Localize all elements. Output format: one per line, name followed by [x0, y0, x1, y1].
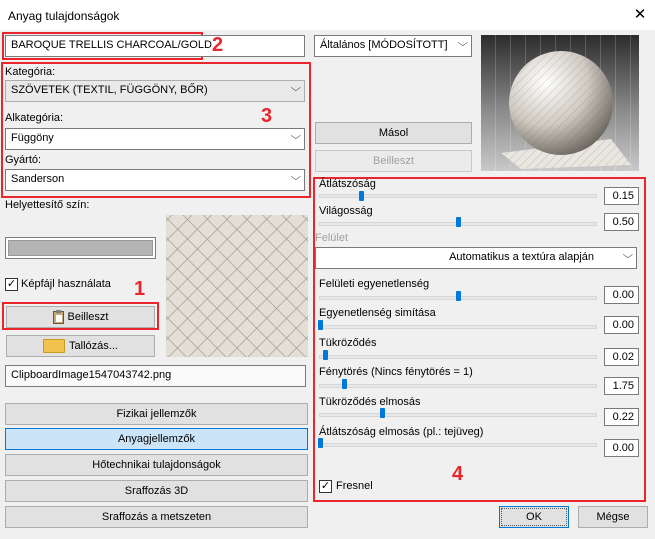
reflection-label: Tükröződés	[319, 337, 377, 349]
material-name-field[interactable]: BAROQUE TRELLIS CHARCOAL/GOLD	[5, 35, 305, 57]
transparency-blur-slider-thumb[interactable]	[318, 438, 323, 448]
window-title: Anyag tulajdonságok	[8, 9, 120, 23]
sphere-preview-icon	[501, 51, 631, 169]
preset-combo-value: Általános [MÓDOSÍTOTT]	[320, 39, 448, 51]
reflection-slider[interactable]	[319, 355, 597, 359]
transparency-blur-label: Átlátszóság elmosás (pl.: tejüveg)	[319, 426, 484, 438]
fresnel-label: Fresnel	[336, 480, 373, 492]
refraction-label: Fénytörés (Nincs fénytörés = 1)	[319, 366, 473, 378]
annotation-number-4: 4	[452, 463, 464, 485]
roughness-slider-thumb[interactable]	[456, 291, 461, 301]
transparency-slider-thumb[interactable]	[359, 191, 364, 201]
category-combo[interactable]: SZÖVETEK (TEXTIL, FÜGGÖNY, BŐR) ⌵	[5, 80, 305, 102]
ok-focus-ring	[501, 508, 567, 526]
subcategory-label: Alkategória:	[5, 112, 64, 124]
nav-material-button[interactable]: Anyagjellemzők	[5, 428, 308, 450]
roughness-value[interactable]: 0.00	[604, 286, 639, 304]
reflection-blur-slider-thumb[interactable]	[380, 408, 385, 418]
transparency-value[interactable]: 0.15	[604, 187, 639, 205]
use-image-label: Képfájl használata	[21, 278, 111, 290]
nav-section-hatch-button[interactable]: Sraffozás a metszeten	[5, 506, 308, 528]
surface-label: Felület	[315, 232, 349, 244]
chevron-down-icon: ⌵	[290, 131, 302, 142]
close-icon[interactable]: ✕	[630, 5, 650, 25]
image-paste-label: Beilleszt	[67, 311, 109, 323]
folder-icon	[43, 339, 66, 354]
nav-thermal-button[interactable]: Hőtechnikai tulajdonságok	[5, 454, 308, 476]
subcategory-value: Függöny	[11, 132, 54, 144]
reflection-blur-slider[interactable]	[319, 413, 597, 417]
cancel-button[interactable]: Mégse	[578, 506, 648, 528]
reflection-blur-label: Tükröződés elmosás	[319, 396, 421, 408]
brightness-value[interactable]: 0.50	[604, 213, 639, 231]
copy-button[interactable]: Másol	[315, 122, 472, 144]
transparency-blur-value[interactable]: 0.00	[604, 439, 639, 457]
browse-button[interactable]: Tallózás...	[6, 335, 155, 357]
preset-combo[interactable]: Általános [MÓDOSÍTOTT] ⌵	[314, 35, 472, 57]
chevron-down-icon: ⌵	[290, 172, 302, 183]
maker-value: Sanderson	[11, 173, 65, 185]
paste-button[interactable]: Beilleszt	[315, 150, 472, 172]
surface-value: Automatikus a textúra alapján	[449, 251, 594, 263]
fresnel-checkbox[interactable]: ✓	[319, 480, 332, 493]
brightness-slider-thumb[interactable]	[456, 217, 461, 227]
texture-preview	[166, 215, 308, 357]
chevron-down-icon: ⌵	[622, 250, 634, 261]
roughness-smooth-label: Egyenetlenség simítása	[319, 307, 436, 319]
roughness-label: Felületi egyenetlenség	[319, 278, 430, 290]
surface-combo[interactable]: Automatikus a textúra alapján ⌵	[315, 247, 637, 269]
annotation-number-1: 1	[134, 278, 146, 300]
reflection-blur-value[interactable]: 0.22	[604, 408, 639, 426]
material-preview	[481, 35, 639, 171]
refraction-slider[interactable]	[319, 384, 597, 388]
nav-hatch3d-button[interactable]: Sraffozás 3D	[5, 480, 308, 502]
browse-label: Tallózás...	[69, 340, 118, 352]
clipboard-icon	[52, 309, 64, 324]
roughness-smooth-slider[interactable]	[319, 325, 597, 329]
refraction-slider-thumb[interactable]	[342, 379, 347, 389]
nav-physical-button[interactable]: Fizikai jellemzők	[5, 403, 308, 425]
refraction-value[interactable]: 1.75	[604, 377, 639, 395]
substitute-color-swatch[interactable]	[5, 237, 156, 259]
image-paste-button[interactable]: Beilleszt	[6, 306, 155, 328]
reflection-value[interactable]: 0.02	[604, 348, 639, 366]
roughness-smooth-value[interactable]: 0.00	[604, 316, 639, 334]
use-image-checkbox[interactable]: ✓	[5, 278, 18, 291]
category-value: SZÖVETEK (TEXTIL, FÜGGÖNY, BŐR)	[11, 84, 208, 96]
reflection-slider-thumb[interactable]	[323, 350, 328, 360]
image-filename-field[interactable]: ClipboardImage1547043742.png	[5, 365, 306, 387]
category-label: Kategória:	[5, 66, 56, 78]
chevron-down-icon: ⌵	[457, 38, 469, 49]
maker-label: Gyártó:	[5, 154, 42, 166]
transparency-blur-slider[interactable]	[319, 443, 597, 447]
ok-button[interactable]: OK	[499, 506, 569, 528]
annotation-number-3: 3	[261, 105, 273, 127]
chevron-down-icon: ⌵	[290, 83, 302, 94]
maker-combo[interactable]: Sanderson ⌵	[5, 169, 305, 191]
transparency-label: Átlátszóság	[319, 178, 376, 190]
substitute-color-label: Helyettesítő szín:	[5, 199, 90, 211]
roughness-smooth-slider-thumb[interactable]	[318, 320, 323, 330]
subcategory-combo[interactable]: Függöny ⌵	[5, 128, 305, 150]
annotation-number-2: 2	[212, 34, 224, 56]
brightness-label: Világosság	[319, 205, 373, 217]
